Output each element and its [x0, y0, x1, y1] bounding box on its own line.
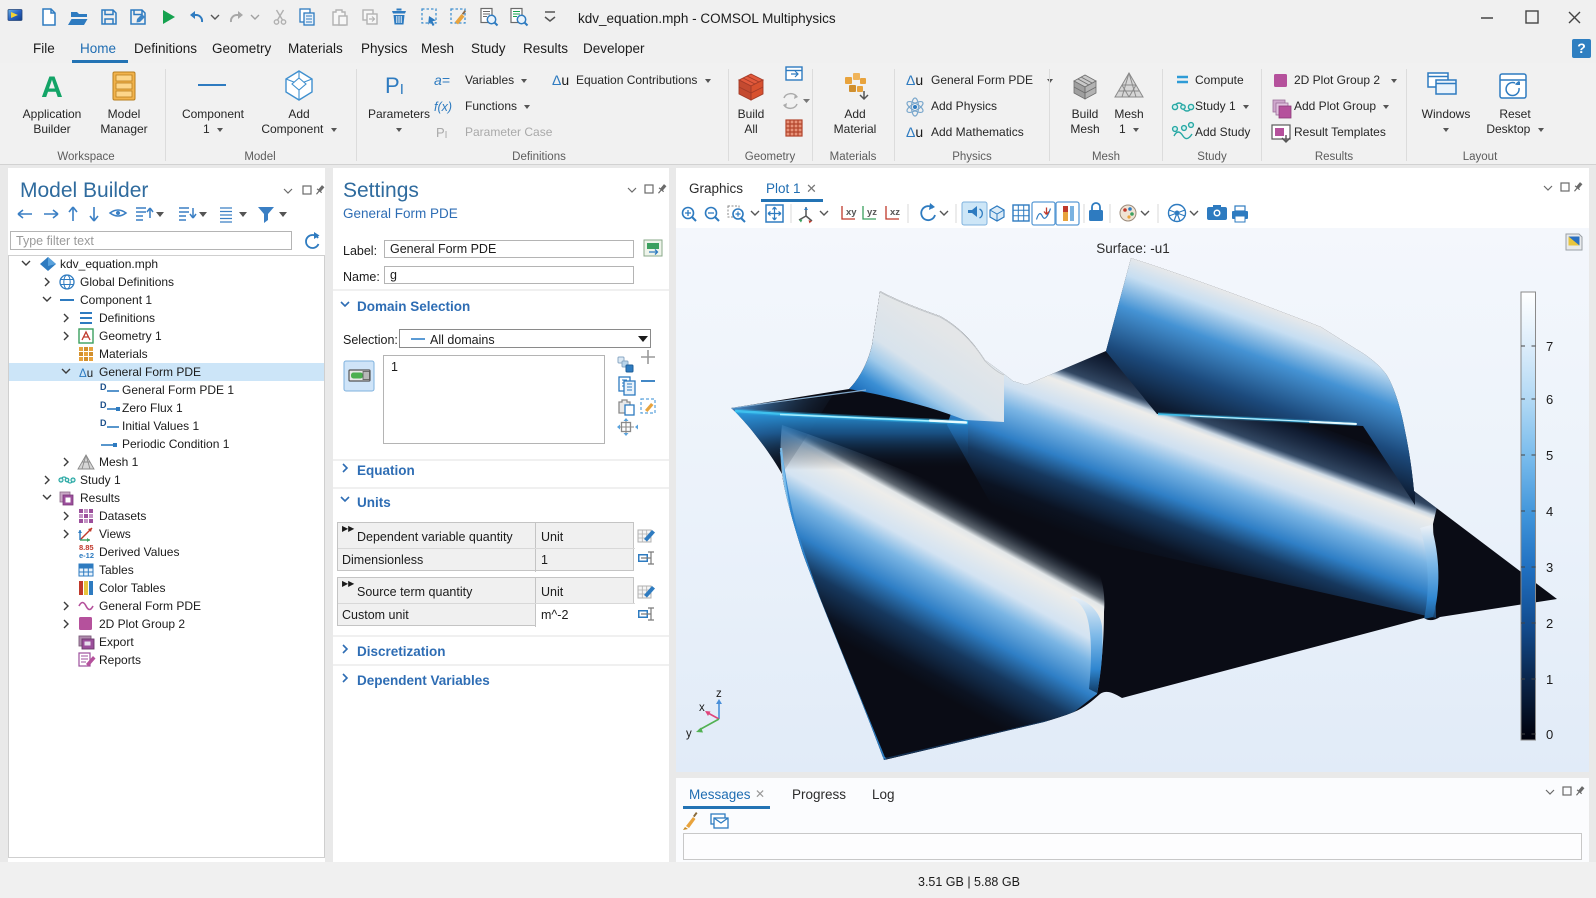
svg-text:Global Definitions: Global Definitions [80, 275, 174, 289]
svg-text:5: 5 [1546, 448, 1553, 463]
svg-text:Surface: -u1: Surface: -u1 [1096, 241, 1170, 256]
svg-text:Δu: Δu [552, 72, 569, 88]
svg-text:x: x [699, 702, 705, 714]
svg-text:y: y [686, 728, 692, 740]
svg-text:0: 0 [1546, 727, 1553, 742]
svg-text:D: D [100, 382, 107, 392]
svg-text:D: D [100, 400, 107, 410]
svg-text:Component 1: Component 1 [80, 293, 152, 307]
svg-text:Δu: Δu [906, 72, 923, 88]
svg-text:1: 1 [1546, 672, 1553, 687]
svg-text:yz: yz [867, 207, 877, 218]
svg-text:Results: Results [80, 491, 120, 505]
svg-text:Color Tables: Color Tables [99, 581, 165, 595]
svg-text:Initial Values 1: Initial Values 1 [122, 419, 199, 433]
svg-text:Datasets: Datasets [99, 509, 146, 523]
svg-text:Δu: Δu [79, 368, 93, 380]
svg-text:xz: xz [890, 207, 900, 218]
svg-text:Zero Flux 1: Zero Flux 1 [122, 401, 183, 415]
svg-text:xy: xy [846, 207, 857, 218]
svg-text:PI: PI [385, 73, 404, 98]
svg-text:A: A [41, 71, 63, 104]
svg-text:kdv_equation.mph: kdv_equation.mph [60, 257, 158, 271]
svg-text:Δu: Δu [906, 124, 923, 140]
svg-text:e-12: e-12 [79, 551, 94, 560]
svg-text:2D Plot Group 2: 2D Plot Group 2 [99, 617, 185, 631]
svg-text:Study 1: Study 1 [80, 473, 121, 487]
svg-text:Export: Export [99, 635, 134, 649]
svg-text:D: D [100, 418, 107, 428]
svg-text:Periodic Condition 1: Periodic Condition 1 [122, 437, 230, 451]
svg-text:General Form PDE: General Form PDE [99, 365, 201, 379]
svg-text:kdv_equation.mph - COMSOL Mult: kdv_equation.mph - COMSOL Multiphysics [578, 11, 836, 26]
svg-text:Views: Views [99, 527, 131, 541]
svg-text:Reports: Reports [99, 653, 141, 667]
svg-text:Definitions: Definitions [99, 311, 155, 325]
svg-text:Geometry 1: Geometry 1 [99, 329, 162, 343]
svg-text:6: 6 [1546, 392, 1553, 407]
svg-text:Materials: Materials [99, 347, 148, 361]
svg-text:Derived Values: Derived Values [99, 545, 179, 559]
svg-text:z: z [716, 688, 722, 700]
svg-text:7: 7 [1546, 339, 1553, 354]
svg-text:4: 4 [1546, 504, 1553, 519]
svg-text:3: 3 [1546, 560, 1553, 575]
svg-text:2: 2 [1546, 616, 1553, 631]
svg-text:a=: a= [434, 72, 450, 88]
svg-text:Tables: Tables [99, 563, 134, 577]
svg-text:General Form PDE 1: General Form PDE 1 [122, 383, 234, 397]
svg-text:General Form PDE: General Form PDE [99, 599, 201, 613]
svg-text:Mesh 1: Mesh 1 [99, 455, 139, 469]
